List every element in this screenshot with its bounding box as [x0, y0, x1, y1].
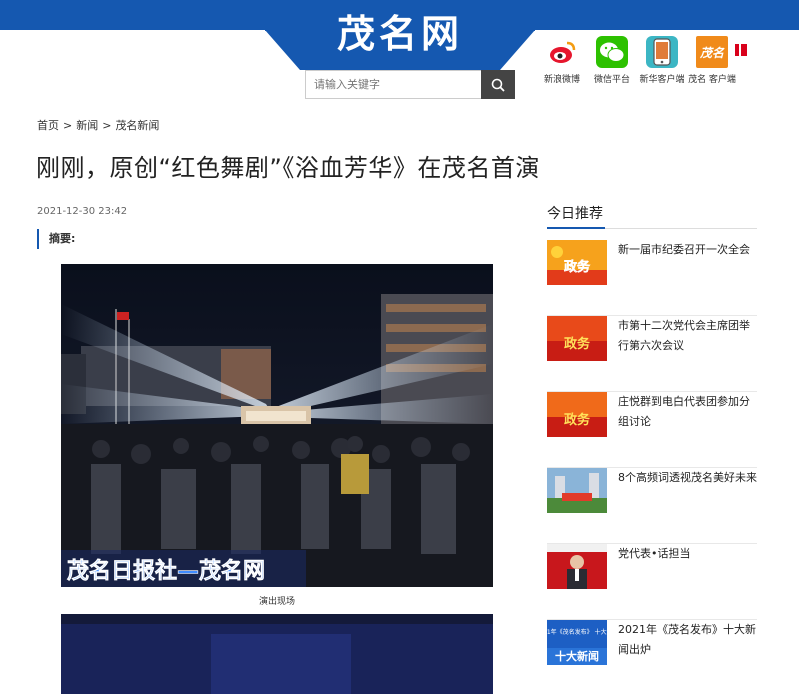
recommend-thumb: 政务 [547, 392, 607, 437]
decor-bar [735, 44, 739, 56]
search-icon [491, 78, 505, 92]
app-links: 新浪微博 微信平台 新华客户端 茂名 茂名 客户端 [537, 36, 737, 85]
recommend-thumb: 政务 [547, 240, 607, 285]
breadcrumb-home[interactable]: 首页 [37, 119, 59, 132]
recommend-title: 8个高频词透视茂名美好未来 [618, 471, 757, 484]
recommend-title: 2021年《茂名发布》十大新闻出炉 [618, 623, 756, 656]
recommend-thumb [547, 544, 607, 589]
recommend-item[interactable]: 2021年《茂名发布》 十大新闻 十大新闻 2021年《茂名发布》十大新闻出炉 [547, 620, 757, 694]
recommend-item[interactable]: 党代表•话担当 [547, 544, 757, 620]
article-date: 2021-12-30 23:42 [37, 206, 128, 217]
app-label: 新浪微博 [543, 75, 580, 85]
weibo-icon [546, 36, 578, 68]
thumb-label: 政务 [564, 412, 591, 428]
breadcrumb-separator: > [102, 119, 112, 132]
svg-text:十大新闻: 十大新闻 [555, 649, 599, 663]
recommend-thumb: 政务 [547, 316, 607, 361]
app-label: 茂名 客户端 [688, 75, 736, 85]
recommend-item[interactable]: 政务 市第十二次党代会主席团举行第六次会议 [547, 316, 757, 392]
photo-caption: 演出现场 [258, 597, 295, 607]
article-photo-2 [61, 614, 493, 694]
thumb-label: 政务 [564, 259, 591, 275]
thumb-label: 2021年《茂名发布》 十大新闻 [547, 628, 607, 636]
sidebar-title-underline [547, 227, 605, 229]
app-label: 微信平台 [593, 75, 630, 85]
app-label: 新华客户端 [639, 75, 685, 85]
sidebar-title: 今日推荐 [547, 206, 603, 222]
decor-bar [741, 44, 747, 56]
article-title: 刚刚，原创“红色舞剧”《浴血芳华》在茂名首演 [36, 154, 540, 182]
wechat-link[interactable]: 微信平台 [587, 36, 637, 85]
search-box [305, 70, 515, 99]
breadcrumb-news[interactable]: 新闻 [76, 119, 98, 132]
article-photo: 茂名日报社—茂名网 [61, 264, 493, 587]
xinhua-app-icon [646, 36, 678, 68]
recommend-title: 庄悦群到电白代表团参加分组讨论 [618, 395, 750, 428]
xinhua-link[interactable]: 新华客户端 [637, 36, 687, 85]
maoming-app-link[interactable]: 茂名 茂名 客户端 [687, 36, 737, 85]
weibo-link[interactable]: 新浪微博 [537, 36, 587, 85]
article-summary-label: 摘要: [37, 229, 75, 249]
recommend-title: 市第十二次党代会主席团举行第六次会议 [618, 319, 750, 352]
search-button[interactable] [481, 70, 515, 99]
search-input[interactable] [305, 70, 481, 99]
breadcrumb-maoming-news[interactable]: 茂名新闻 [115, 119, 159, 132]
recommend-item[interactable]: 政务 新一届市纪委召开一次全会 [547, 240, 757, 316]
recommend-title: 新一届市纪委召开一次全会 [618, 243, 750, 256]
photo-watermark: 茂名日报社—茂名网 [67, 558, 265, 584]
thumb-label: 政务 [564, 336, 591, 352]
site-logo[interactable]: 茂名网 [265, 0, 535, 70]
wechat-icon [596, 36, 628, 68]
recommend-thumb [547, 468, 607, 513]
breadcrumb: 首页 > 新闻 > 茂名新闻 [37, 117, 159, 133]
breadcrumb-separator: > [63, 119, 73, 132]
recommend-thumb: 2021年《茂名发布》 十大新闻 十大新闻 [547, 620, 607, 665]
maoming-app-icon: 茂名 [696, 36, 728, 68]
recommend-item[interactable]: 8个高频词透视茂名美好未来 [547, 468, 757, 544]
recommend-item[interactable]: 政务 庄悦群到电白代表团参加分组讨论 [547, 392, 757, 468]
logo-text: 茂名网 [336, 12, 463, 56]
recommend-title: 党代表•话担当 [618, 547, 691, 560]
